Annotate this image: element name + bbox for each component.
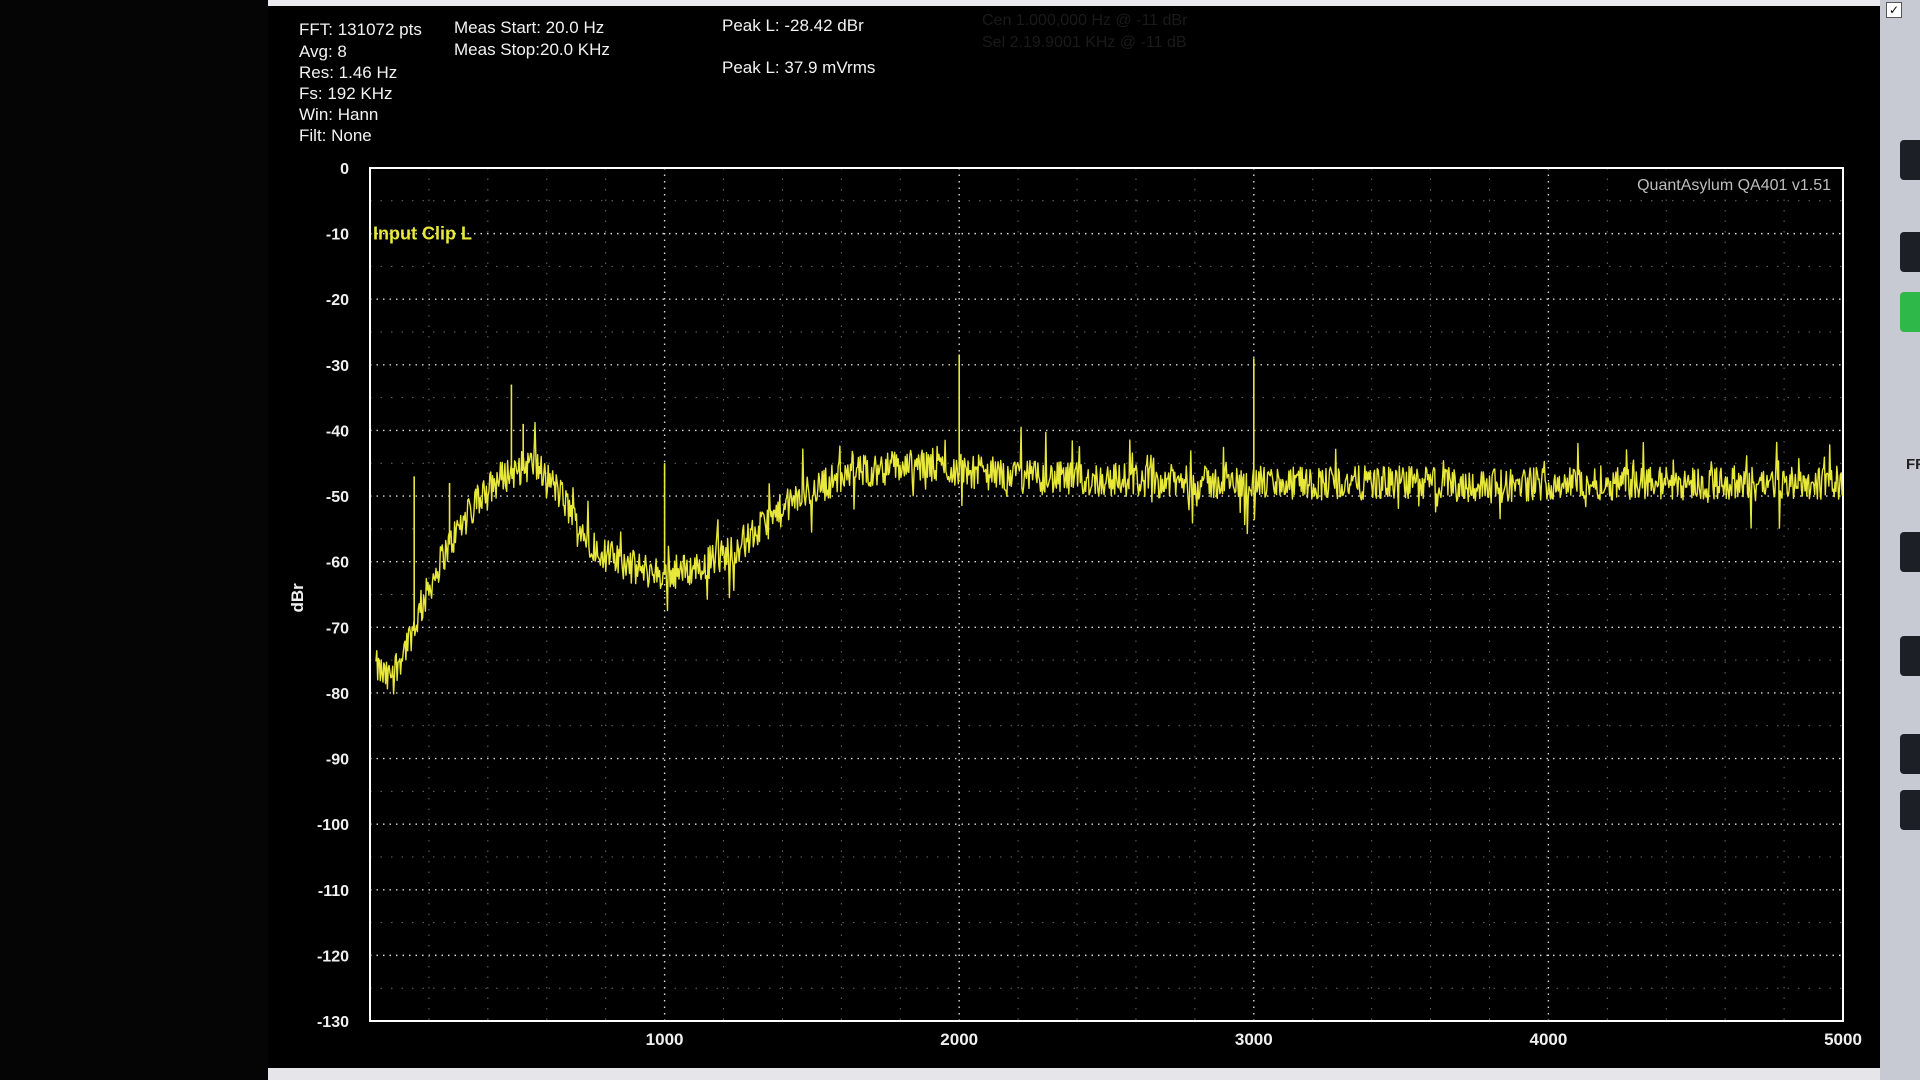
y-tick-label: -70	[326, 620, 349, 637]
y-tick-label: -40	[326, 423, 349, 440]
x-tick-label: 3000	[1235, 1030, 1273, 1049]
y-tick-label: -60	[326, 555, 349, 572]
series-label: Input Clip L	[373, 224, 472, 244]
y-tick-label: -110	[318, 883, 349, 900]
spectrum-chart: 0 -10 -20 -30 -40 -50 -60 -70 -80 -90 -100 -110 -120…	[288, 161, 1862, 1049]
x-tick-label: 2000	[940, 1030, 978, 1049]
y-tick-label: -130	[317, 1014, 349, 1031]
y-tick-label: -50	[326, 489, 349, 506]
harmonic-spikes	[413, 354, 1255, 628]
x-tick-label: 5000	[1824, 1030, 1862, 1049]
series-line	[375, 421, 1844, 695]
y-tick-label: -20	[326, 292, 349, 309]
x-axis: 1000 2000 3000 4000 5000	[646, 1030, 1862, 1049]
grid	[370, 168, 1843, 1021]
y-axis-label: dBr	[288, 583, 307, 613]
y-tick-label: -30	[326, 358, 349, 375]
y-tick-label: -90	[326, 752, 349, 769]
y-tick-label: -120	[317, 948, 349, 965]
watermark: QuantAsylum QA401 v1.51	[1637, 177, 1831, 194]
y-tick-label: -10	[326, 227, 349, 244]
x-tick-label: 1000	[646, 1030, 684, 1049]
y-tick-label: -100	[317, 817, 349, 834]
y-tick-label: 0	[340, 161, 349, 178]
x-tick-label: 4000	[1529, 1030, 1567, 1049]
y-tick-label: -80	[326, 686, 349, 703]
y-axis: 0 -10 -20 -30 -40 -50 -60 -70 -80 -90 -100 -110 -120…	[317, 161, 349, 1031]
